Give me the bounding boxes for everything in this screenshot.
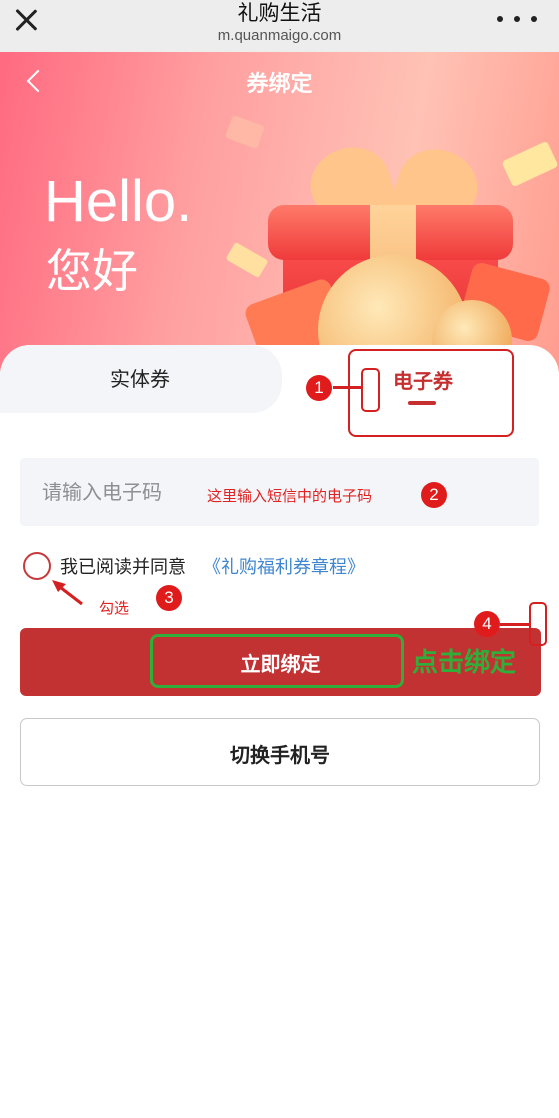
- annotation-connector: [333, 386, 361, 389]
- annotation-note-click: 点击绑定: [412, 648, 517, 678]
- site-url: m.quanmaigo.com: [217, 27, 342, 44]
- switch-phone-button-label[interactable]: 切换手机号: [20, 739, 540, 768]
- annotation-note-code: 这里输入短信中的电子码: [207, 487, 373, 505]
- confetti-decoration: [225, 241, 269, 279]
- hello-text: Hello.: [44, 169, 193, 234]
- annotation-small-box: [361, 368, 380, 412]
- confetti-decoration: [501, 140, 559, 188]
- annotation-box-bind-button: [150, 634, 404, 688]
- agree-text: 我已阅读并同意: [60, 557, 186, 578]
- annotation-badge-1: 1: [306, 375, 332, 401]
- greeting-text: 您好: [46, 244, 138, 298]
- site-name: 礼购生活: [237, 1, 322, 25]
- annotation-arrow-icon: [52, 580, 83, 606]
- annotation-small-box: [529, 602, 547, 646]
- tab-physical-coupon[interactable]: 实体券: [0, 363, 280, 392]
- annotation-connector: [500, 623, 530, 626]
- terms-link[interactable]: 《礼购福利券章程》: [203, 553, 365, 579]
- confetti-decoration: [224, 114, 266, 150]
- annotation-note-check: 勾选: [99, 599, 130, 617]
- page-title: 券绑定: [246, 72, 313, 97]
- annotation-badge-4: 4: [474, 611, 500, 637]
- annotation-badge-3: 3: [156, 585, 182, 611]
- agree-checkbox[interactable]: [23, 552, 51, 580]
- more-options-icon[interactable]: [497, 16, 537, 24]
- annotation-badge-2: 2: [421, 482, 447, 508]
